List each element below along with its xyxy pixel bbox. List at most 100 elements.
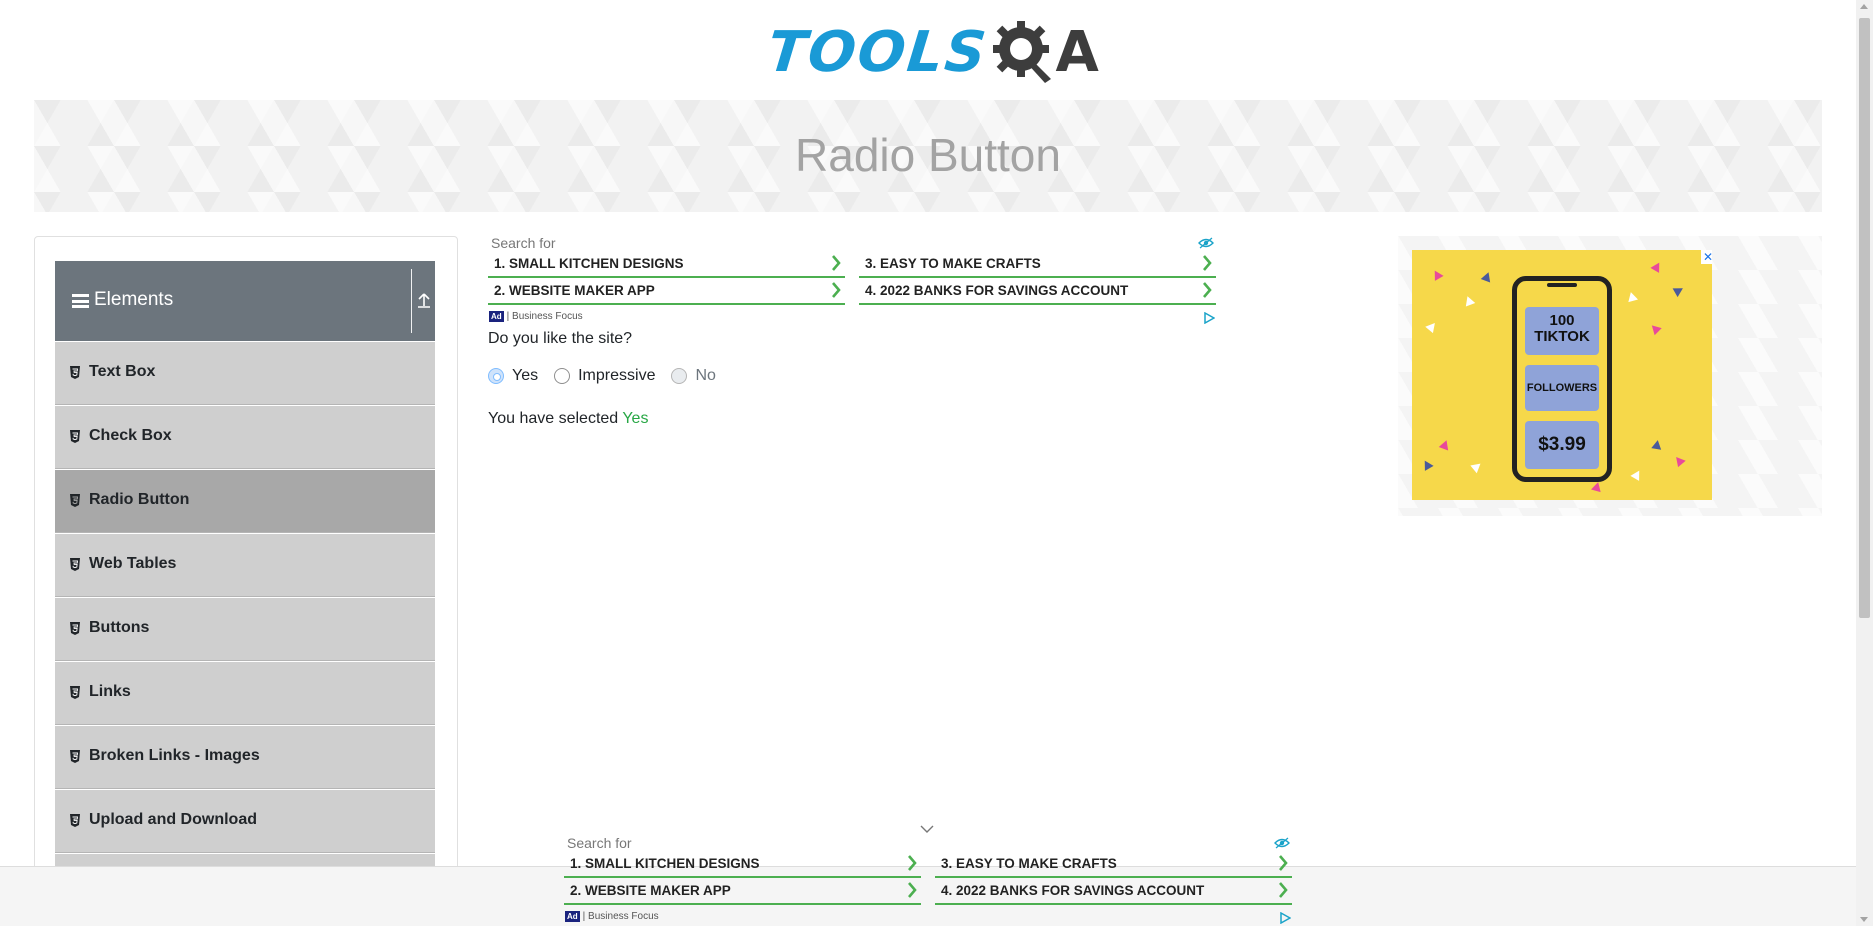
confetti-icon — [1420, 458, 1434, 471]
ad-eye-icon[interactable] — [1274, 836, 1290, 849]
ad-link[interactable]: 1. SMALL KITCHEN DESIGNS — [488, 252, 845, 278]
sidebar-item-radio-button[interactable]: Radio Button — [55, 469, 435, 533]
confetti-icon — [1480, 270, 1494, 283]
sidebar-item-label: Upload and Download — [89, 811, 257, 828]
confetti-icon — [1626, 290, 1638, 303]
sidebar-menu: Text Box Check Box Radio Button Web Tabl… — [55, 341, 435, 917]
html5-icon — [70, 686, 80, 699]
phone-graphic: 100 TIKTOK FOLLOWERS $3.99 — [1512, 276, 1612, 482]
ad-card-followers: FOLLOWERS — [1525, 365, 1599, 411]
html5-icon — [70, 494, 80, 507]
html5-icon — [70, 750, 80, 763]
confetti-icon — [1672, 453, 1686, 468]
sidebar-item-upload-download[interactable]: Upload and Download — [55, 789, 435, 853]
confetti-icon — [1430, 268, 1444, 281]
left-sidebar: Elements Text Box Check Box Radio Button… — [34, 236, 458, 926]
chevron-down-icon[interactable] — [920, 821, 934, 833]
page-banner: Radio Button — [34, 100, 1822, 212]
question-text: Do you like the site? — [488, 330, 633, 347]
sidebar-item-web-tables[interactable]: Web Tables — [55, 533, 435, 597]
ad-search-for-label: Search for — [491, 235, 556, 251]
confetti-icon — [1651, 439, 1663, 450]
right-ad-container: ✕ 100 TIKTOK FOLLOWERS $3.99 — [1398, 236, 1822, 516]
sidebar-item-label: Text Box — [89, 363, 156, 380]
sidebar-group-elements[interactable]: Elements — [55, 261, 435, 341]
confetti-icon — [1425, 319, 1439, 334]
scroll-down-arrow-icon[interactable] — [1860, 917, 1868, 922]
chevron-right-icon — [907, 854, 917, 872]
chevron-right-icon — [1202, 254, 1212, 272]
ad-eye-icon[interactable] — [1198, 236, 1214, 249]
confetti-icon — [1672, 283, 1686, 298]
phone-notch — [1547, 283, 1577, 287]
sidebar-item-label: Buttons — [89, 619, 150, 636]
collapse-up-icon[interactable] — [415, 289, 433, 311]
ad-link[interactable]: 3. EASY TO MAKE CRAFTS — [935, 852, 1292, 878]
ad-link[interactable]: 1. SMALL KITCHEN DESIGNS — [564, 852, 921, 878]
logo-text-tools: TOOLS — [764, 19, 991, 85]
ad-link[interactable]: 2. WEBSITE MAKER APP — [488, 279, 845, 305]
page: TOOLS A Radio Button Elements Text Box C… — [0, 0, 1873, 926]
sidebar-item-text-box[interactable]: Text Box — [55, 341, 435, 405]
close-icon[interactable]: ✕ — [1701, 250, 1712, 264]
radio-no — [671, 368, 688, 384]
chevron-right-icon — [831, 281, 841, 299]
scrollbar-thumb[interactable] — [1859, 18, 1870, 618]
sidebar-group-label: Elements — [94, 289, 174, 310]
ad-mark-badge: Ad — [489, 311, 504, 322]
html5-icon — [70, 558, 80, 571]
search-ad-top: Search for 1. SMALL KITCHEN DESIGNS 2. W… — [488, 232, 1216, 328]
gear-q-icon — [991, 19, 1057, 85]
ad-mark-badge: Ad — [565, 911, 580, 922]
result-prefix: You have selected — [488, 410, 623, 427]
radio-yes[interactable] — [488, 368, 504, 384]
toolsqa-logo[interactable]: TOOLS A — [764, 14, 1099, 90]
html5-icon — [70, 366, 80, 379]
ad-link[interactable]: 3. EASY TO MAKE CRAFTS — [859, 252, 1216, 278]
radio-yes-label[interactable]: Yes — [512, 367, 538, 385]
ad-sponsor-label: | Business Focus — [582, 911, 659, 922]
sidebar-item-label: Check Box — [89, 427, 172, 444]
confetti-icon — [1438, 438, 1452, 451]
hamburger-icon — [72, 294, 89, 308]
page-title: Radio Button — [795, 129, 1061, 181]
logo-text-a: A — [1055, 19, 1099, 85]
search-ad-bottom: Search for 1. SMALL KITCHEN DESIGNS 2. W… — [564, 832, 1292, 926]
confetti-icon — [1630, 468, 1644, 481]
tiktok-ad-banner[interactable]: ✕ 100 TIKTOK FOLLOWERS $3.99 — [1412, 250, 1712, 500]
html5-icon — [70, 814, 80, 827]
ad-link[interactable]: 4. 2022 BANKS FOR SAVINGS ACCOUNT — [859, 279, 1216, 305]
html5-icon — [70, 430, 80, 443]
chevron-right-icon — [1278, 881, 1288, 899]
radio-impressive[interactable] — [554, 368, 571, 384]
scroll-up-arrow-icon[interactable] — [1860, 4, 1868, 9]
sidebar-item-label: Links — [89, 683, 131, 700]
sidebar-item-buttons[interactable]: Buttons — [55, 597, 435, 661]
sidebar-item-check-box[interactable]: Check Box — [55, 405, 435, 469]
ad-link[interactable]: 2. WEBSITE MAKER APP — [564, 879, 921, 905]
radio-option-no: No — [671, 367, 716, 385]
ad-link[interactable]: 4. 2022 BANKS FOR SAVINGS ACCOUNT — [935, 879, 1292, 905]
chevron-right-icon — [907, 881, 917, 899]
confetti-icon — [1650, 260, 1664, 273]
ad-sponsor-label: | Business Focus — [506, 311, 583, 322]
chevron-right-icon — [1278, 854, 1288, 872]
result-value: Yes — [622, 410, 649, 427]
sidebar-item-label: Web Tables — [89, 555, 177, 572]
sidebar-item-broken-links[interactable]: Broken Links - Images — [55, 725, 435, 789]
chevron-right-icon — [831, 254, 841, 272]
sidebar-item-label: Radio Button — [89, 491, 190, 508]
ad-card-tiktok: 100 TIKTOK — [1525, 307, 1599, 355]
page-scrollbar[interactable] — [1856, 0, 1873, 926]
confetti-icon — [1462, 294, 1476, 307]
ad-sponsor: Ad | Business Focus — [565, 911, 659, 922]
adchoices-icon[interactable] — [1279, 911, 1292, 925]
radio-option-impressive[interactable]: Impressive — [554, 367, 655, 385]
sidebar-item-links[interactable]: Links — [55, 661, 435, 725]
radio-impressive-label[interactable]: Impressive — [578, 367, 655, 385]
ad-sponsor: Ad | Business Focus — [489, 311, 583, 322]
radio-option-yes[interactable]: Yes — [488, 367, 538, 385]
ad-search-for-label: Search for — [567, 835, 632, 851]
confetti-icon — [1470, 459, 1484, 474]
adchoices-icon[interactable] — [1203, 311, 1216, 325]
